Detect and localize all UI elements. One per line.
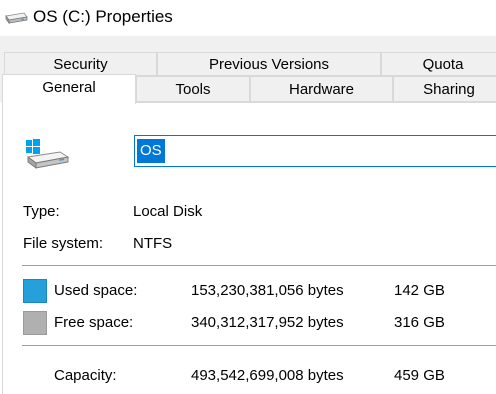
capacity-bytes: 493,542,699,008 bytes — [191, 367, 344, 384]
capacity-gb: 459 GB — [394, 367, 445, 384]
tab-tools[interactable]: Tools — [136, 76, 250, 102]
separator — [22, 345, 496, 346]
drive-name-text: OS — [137, 139, 165, 163]
tab-general[interactable]: General — [2, 74, 136, 104]
title-bar: OS (C:) Properties — [0, 0, 496, 36]
tab-previous-versions[interactable]: Previous Versions — [157, 52, 381, 76]
capacity-label: Capacity: — [54, 367, 117, 384]
used-space-gb: 142 GB — [394, 282, 445, 299]
separator — [22, 265, 496, 266]
drive-name-input[interactable]: OS — [134, 135, 496, 167]
tab-security[interactable]: Security — [4, 52, 157, 76]
tab-quota[interactable]: Quota — [381, 52, 496, 76]
free-space-swatch — [23, 311, 47, 335]
used-space-label: Used space: — [54, 282, 138, 299]
file-system-label: File system: — [23, 235, 104, 252]
hard-drive-icon — [24, 138, 70, 172]
tab-hardware[interactable]: Hardware — [250, 76, 393, 102]
type-label: Type: — [23, 203, 60, 220]
free-space-gb: 316 GB — [394, 314, 445, 331]
tab-sharing[interactable]: Sharing — [393, 76, 496, 102]
used-space-swatch — [23, 279, 47, 303]
free-space-label: Free space: — [54, 314, 134, 331]
free-space-bytes: 340,312,317,952 bytes — [191, 314, 344, 331]
file-system-value: NTFS — [133, 235, 173, 252]
type-value: Local Disk — [133, 203, 203, 220]
drive-icon — [4, 10, 28, 26]
window-title: OS (C:) Properties — [33, 7, 173, 26]
used-space-bytes: 153,230,381,056 bytes — [191, 282, 344, 299]
properties-dialog: Security Previous Versions Quota General… — [0, 36, 496, 394]
